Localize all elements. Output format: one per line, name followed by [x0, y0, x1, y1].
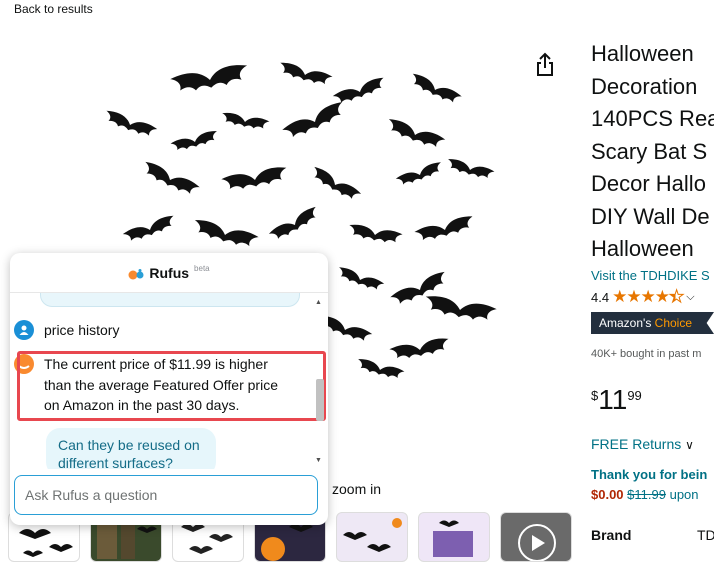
zoom-hint: zoom in: [332, 481, 382, 497]
bat-silhouette: [358, 359, 405, 379]
bat-silhouette: [448, 159, 495, 179]
bat-silhouette: [332, 77, 384, 103]
highlight-annotation: [17, 351, 326, 421]
rufus-header: Rufus beta: [10, 253, 328, 293]
bat-silhouette: [222, 112, 270, 129]
user-message: price history: [14, 320, 119, 341]
bat-silhouette: [314, 166, 362, 199]
bought-count: 40K+ bought in past m: [591, 348, 702, 360]
chevron-down-icon: ⌵: [686, 290, 695, 303]
bat-silhouette: [412, 73, 462, 103]
scroll-up-arrow-icon[interactable]: ▲: [315, 299, 322, 306]
bat-silhouette: [194, 220, 259, 247]
ask-rufus-input[interactable]: [14, 475, 318, 515]
product-title-line: Decor Hallo: [591, 171, 706, 196]
suggested-question-button[interactable]: Can they be reused on different surfaces…: [46, 428, 216, 469]
bat-silhouette: [122, 215, 174, 241]
bat-silhouette: [389, 338, 449, 359]
bat-silhouette: [170, 65, 248, 91]
choice-prefix: Amazon's: [599, 316, 652, 330]
scroll-down-arrow-icon[interactable]: ▼: [315, 457, 322, 464]
thumbnail-5[interactable]: [336, 512, 408, 562]
free-returns-link[interactable]: FREE Returns ∨: [591, 436, 694, 452]
promo-old-price: $11.99: [627, 487, 666, 502]
price-fraction: 99: [627, 388, 642, 403]
promo-price-row: $0.00 $11.99 upon: [591, 487, 714, 502]
bat-silhouette: [268, 206, 316, 239]
product-title-line: Halloween: [591, 41, 694, 66]
bat-silhouette: [221, 167, 287, 189]
rufus-title: Rufus: [149, 264, 190, 281]
back-to-results-link[interactable]: Back to results: [14, 2, 93, 16]
previous-message-bubble: [40, 293, 300, 307]
rating-row[interactable]: 4.4 ★★★★★ ★ ⌵: [591, 287, 695, 307]
rufus-logo-icon: [128, 267, 144, 279]
bat-silhouette: [282, 102, 343, 138]
rufus-chat-panel: Rufus beta price history The current pri…: [10, 253, 328, 525]
brand-value: TD: [697, 527, 714, 543]
bat-silhouette: [339, 267, 385, 290]
amazons-choice-badge: Amazon's Choice: [591, 312, 714, 334]
bat-silhouette: [388, 119, 446, 147]
thumbnail-video[interactable]: [500, 512, 572, 562]
promo-new-price: $0.00: [591, 487, 624, 502]
user-message-text: price history: [44, 322, 120, 338]
scrollbar-thumb[interactable]: [316, 379, 324, 421]
thumbnail-6[interactable]: [418, 512, 490, 562]
chat-scrollbar[interactable]: ▲ ▼: [314, 293, 326, 473]
brand-label: Brand: [591, 527, 632, 543]
product-title-line: DIY Wall De: [591, 203, 710, 229]
bat-silhouette: [145, 161, 200, 194]
store-link[interactable]: Visit the TDHDIKE S: [591, 268, 714, 283]
bat-silhouette: [170, 131, 217, 151]
bat-silhouette: [280, 62, 333, 85]
rating-value: 4.4: [591, 289, 610, 305]
price-whole: 11: [598, 384, 628, 415]
star-rating-icon: ★★★★★ ★: [612, 287, 685, 307]
chat-messages[interactable]: price history The current price of $11.9…: [10, 293, 328, 469]
product-title-line: Decoration: [591, 73, 698, 99]
product-title-line: Halloween: [591, 236, 694, 261]
free-returns-label: FREE Returns: [591, 436, 682, 452]
price: $ 11 99: [591, 384, 642, 416]
beta-badge: beta: [194, 264, 210, 273]
promo-rest: upon: [669, 487, 699, 502]
bat-silhouette: [414, 216, 473, 241]
product-title: Halloween Decoration 140PCS Rea Scary Ba…: [591, 38, 714, 266]
product-title-line: 140PCS Rea: [591, 106, 714, 131]
product-title-line: Scary Bat S: [591, 138, 708, 164]
thank-you-promo: Thank you for bein: [591, 467, 708, 482]
bat-silhouette: [395, 162, 441, 185]
chevron-down-icon: ∨: [685, 438, 694, 452]
price-symbol: $: [591, 388, 599, 403]
bat-silhouette: [106, 110, 158, 136]
choice-word: Choice: [654, 316, 693, 330]
bat-silhouette: [349, 224, 403, 243]
user-avatar-icon: [14, 320, 34, 340]
bat-silhouette: [425, 296, 497, 320]
share-icon[interactable]: [534, 52, 556, 78]
